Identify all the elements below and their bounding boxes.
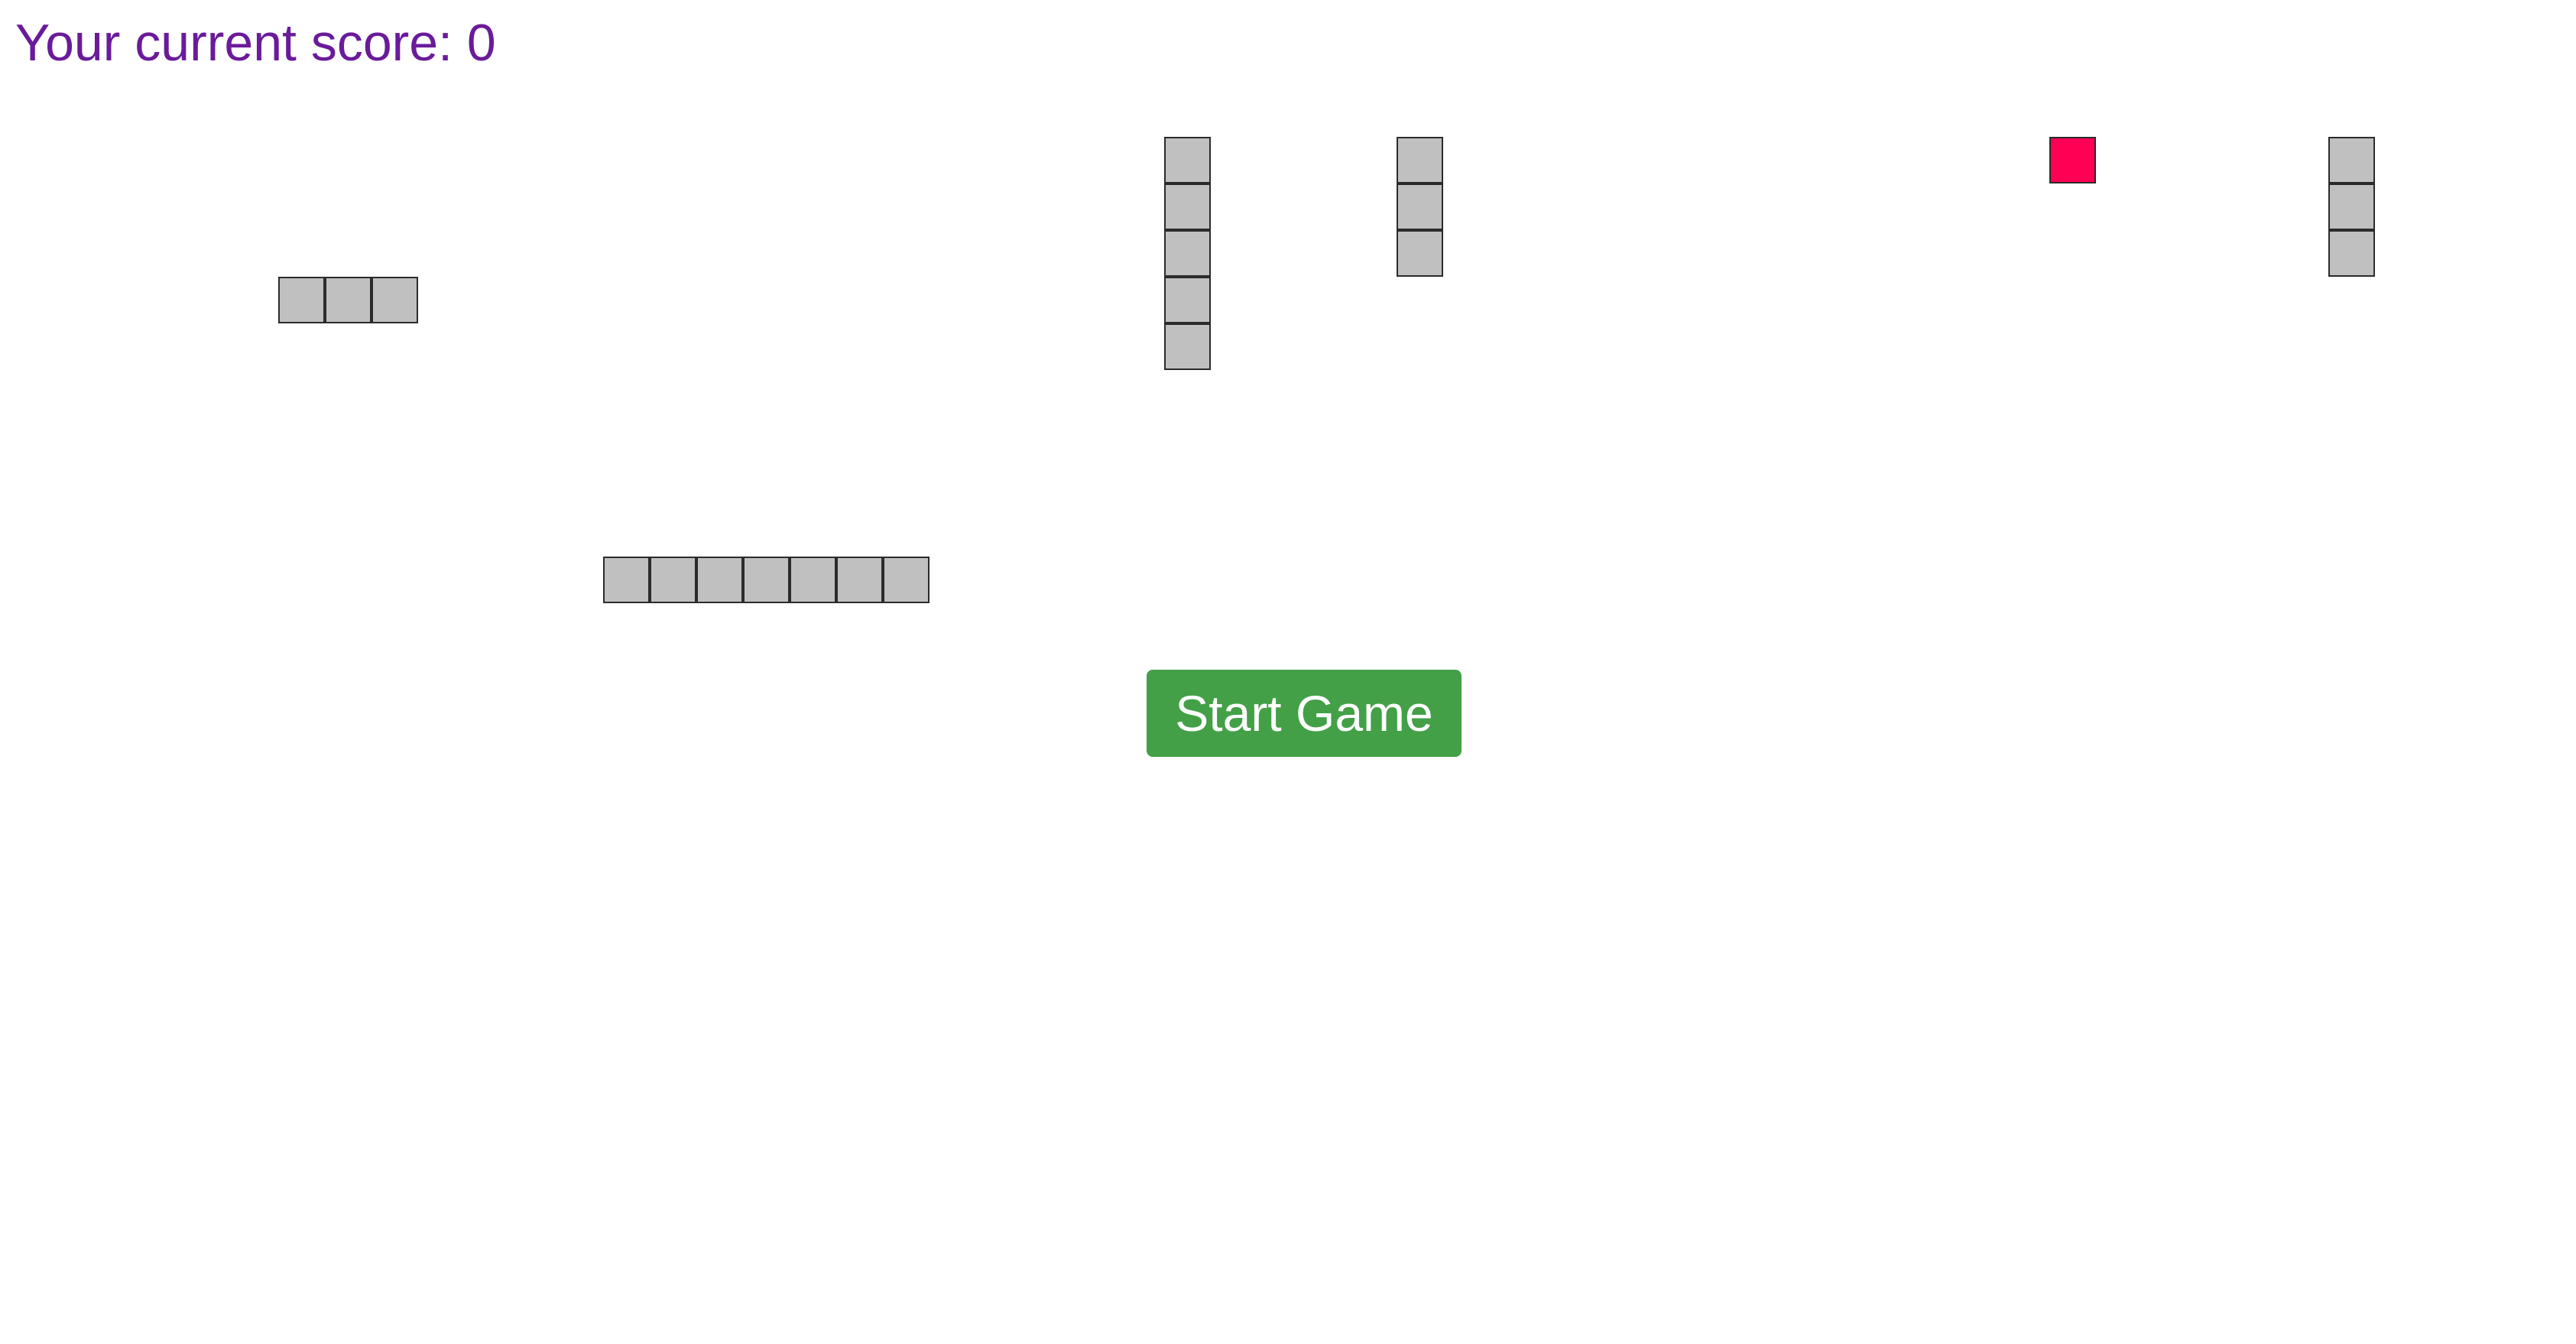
segment-horizontal-3-cell [371, 277, 418, 323]
segment-vertical-5-cell [1164, 277, 1211, 323]
segment-vertical-3-a-cell [1397, 183, 1443, 230]
segment-vertical-3-a-cell [1397, 137, 1443, 183]
segment-vertical-3-a-cell [1397, 230, 1443, 277]
segment-horizontal-7-cell [883, 557, 930, 603]
segment-vertical-5-cell [1164, 183, 1211, 230]
segment-horizontal-7-cell [743, 557, 790, 603]
segment-horizontal-7-cell [603, 557, 650, 603]
segment-horizontal-7-cell [836, 557, 883, 603]
segment-horizontal-3-cell [278, 277, 325, 323]
segment-vertical-5-cell [1164, 137, 1211, 183]
segment-vertical-3-b-cell [2328, 183, 2375, 230]
segment-horizontal-7-cell [696, 557, 743, 603]
segment-horizontal-7-cell [790, 557, 836, 603]
segment-vertical-3-b-cell [2328, 230, 2375, 277]
segment-horizontal-3-cell [325, 277, 371, 323]
segment-horizontal-7-cell [650, 557, 696, 603]
segment-vertical-3-b-cell [2328, 137, 2375, 183]
segment-vertical-5-cell [1164, 323, 1211, 370]
start-game-button[interactable]: Start Game [1147, 670, 1462, 757]
food-cell [2049, 137, 2096, 183]
segment-vertical-5-cell [1164, 230, 1211, 277]
